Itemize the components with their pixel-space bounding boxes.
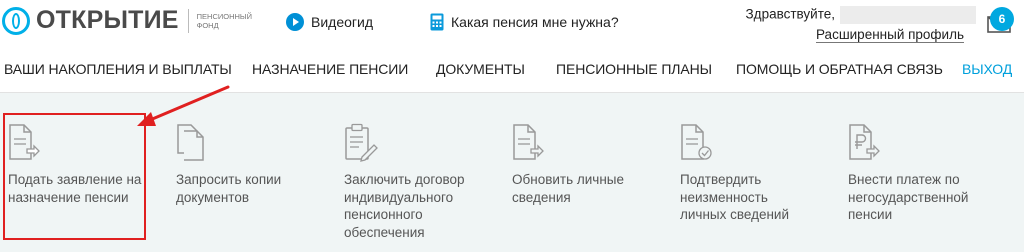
- nav-documents[interactable]: ДОКУМЕНТЫ: [436, 61, 525, 77]
- header: ОТКРЫТИЕ ПЕНСИОННЫЙ ФОНД Видеогид Какая …: [0, 0, 1024, 48]
- main-nav: ВАШИ НАКОПЛЕНИЯ И ВЫПЛАТЫ НАЗНАЧЕНИЕ ПЕН…: [0, 56, 1024, 93]
- pension-calc-link[interactable]: Какая пенсия мне нужна?: [430, 13, 619, 31]
- action-label: Заключить договор индивидуального пенсио…: [344, 172, 465, 240]
- logo-divider: [187, 8, 189, 33]
- nav-pension-plans[interactable]: ПЕНСИОННЫЕ ПЛАНЫ: [556, 61, 712, 77]
- action-make-payment[interactable]: Внести платеж по негосударственной пенси…: [848, 123, 998, 224]
- actions-panel: Подать заявление на назначение пенсии За…: [0, 93, 1024, 252]
- logo-name: ОТКРЫТИЕ: [36, 6, 179, 34]
- highlight-box: [3, 113, 146, 240]
- nav-pension-assignment[interactable]: НАЗНАЧЕНИЕ ПЕНСИИ: [252, 61, 408, 77]
- greeting: Здравствуйте,: [746, 6, 976, 24]
- action-update-info[interactable]: Обновить личные сведения: [512, 123, 652, 206]
- video-guide-label: Видеогид: [311, 14, 373, 30]
- mail-count-badge: 6: [990, 7, 1014, 31]
- mail-button[interactable]: 6: [986, 5, 1018, 35]
- action-request-copies[interactable]: Запросить копии документов: [176, 123, 316, 206]
- video-guide-link[interactable]: Видеогид: [286, 13, 373, 31]
- action-label: Внести платеж по негосударственной пенси…: [848, 172, 969, 222]
- greeting-label: Здравствуйте,: [745, 6, 835, 22]
- copy-documents-icon: [177, 124, 204, 161]
- logo-icon: [2, 6, 30, 35]
- document-check-icon: [681, 124, 712, 160]
- clipboard-pen-icon: [345, 123, 378, 162]
- nav-savings[interactable]: ВАШИ НАКОПЛЕНИЯ И ВЫПЛАТЫ: [4, 61, 232, 77]
- pension-calc-label: Какая пенсия мне нужна?: [451, 14, 619, 30]
- action-sign-contract[interactable]: Заключить договор индивидуального пенсио…: [344, 123, 484, 241]
- logo-subtitle: ПЕНСИОННЫЙ ФОНД: [196, 11, 252, 30]
- action-confirm-info[interactable]: Подтвердить неизменность личных сведений: [680, 123, 815, 224]
- nav-help[interactable]: ПОМОЩЬ И ОБРАТНАЯ СВЯЗЬ: [736, 61, 943, 77]
- action-label: Обновить личные сведения: [512, 172, 624, 205]
- profile-link[interactable]: Расширенный профиль: [816, 27, 964, 43]
- play-icon: [286, 13, 304, 31]
- action-label: Запросить копии документов: [176, 172, 282, 205]
- user-name-redacted: [840, 6, 976, 24]
- calculator-icon: [430, 13, 444, 31]
- action-label: Подтвердить неизменность личных сведений: [680, 172, 790, 222]
- logo[interactable]: ОТКРЫТИЕ ПЕНСИОННЫЙ ФОНД: [2, 6, 252, 35]
- document-arrow-icon: [513, 124, 544, 160]
- nav-exit[interactable]: ВЫХОД: [962, 61, 1012, 77]
- ruble-document-icon: [849, 124, 880, 160]
